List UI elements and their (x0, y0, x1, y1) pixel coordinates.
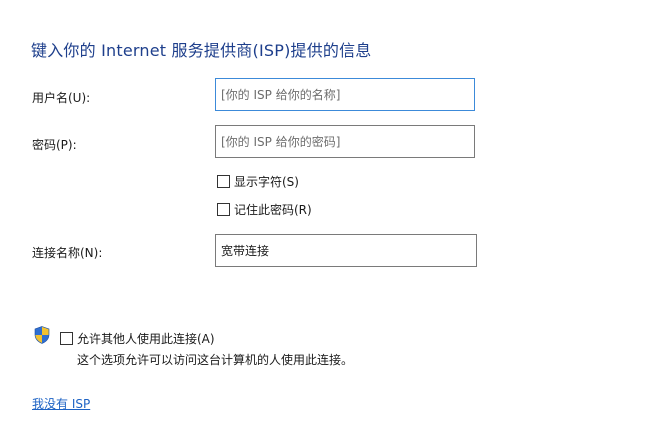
username-input[interactable]: [你的 ISP 给你的名称] (215, 78, 475, 111)
show-characters-checkbox[interactable] (217, 175, 230, 188)
password-input[interactable]: [你的 ISP 给你的密码] (215, 125, 475, 158)
dialog-title: 键入你的 Internet 服务提供商(ISP)提供的信息 (31, 41, 372, 60)
allow-others-checkbox-row[interactable]: 允许其他人使用此连接(A) (60, 330, 215, 347)
password-label: 密码(P): (32, 138, 77, 152)
remember-password-label[interactable]: 记住此密码(R) (234, 201, 312, 218)
username-label: 用户名(U): (32, 91, 91, 105)
allow-others-description: 这个选项允许可以访问这台计算机的人使用此连接。 (77, 353, 354, 367)
remember-password-checkbox-row[interactable]: 记住此密码(R) (217, 201, 312, 218)
show-characters-label[interactable]: 显示字符(S) (234, 173, 299, 190)
show-characters-checkbox-row[interactable]: 显示字符(S) (217, 173, 299, 190)
remember-password-checkbox[interactable] (217, 203, 230, 216)
connection-name-input[interactable]: 宽带连接 (215, 234, 477, 267)
allow-others-checkbox[interactable] (60, 332, 73, 345)
uac-shield-icon (34, 326, 50, 344)
connection-name-label: 连接名称(N): (32, 246, 103, 260)
allow-others-label[interactable]: 允许其他人使用此连接(A) (77, 330, 215, 347)
no-isp-link[interactable]: 我没有 ISP (32, 395, 90, 412)
